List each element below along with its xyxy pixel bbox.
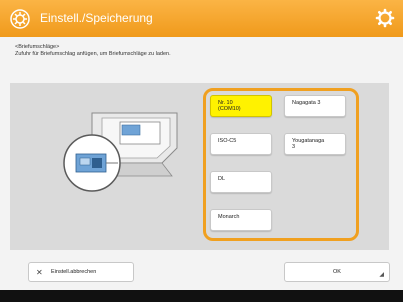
option-yougatanaga-3[interactable]: Yougatanaga 3 [284,133,346,155]
ok-button-label: OK [333,269,341,275]
option-label: Nagagata 3 [292,100,321,106]
option-nr10-com10[interactable]: Nr. 10 (COM10) [210,95,272,117]
option-nagagata-3[interactable]: Nagagata 3 [284,95,346,117]
settings-gear-circle-icon [10,9,30,29]
ok-button[interactable]: OK ◢ [284,262,390,282]
option-label-sub: 3 [292,144,296,150]
envelope-feeder-illustration [63,112,178,192]
close-icon: ✕ [36,268,43,277]
corner-arrow-icon: ◢ [379,272,384,278]
cancel-button-label: Einstell.abbrechen [51,269,97,275]
page-title: Einstell./Speicherung [40,11,153,25]
option-label: Monarch [218,214,240,220]
option-dl[interactable]: DL [210,171,272,193]
option-monarch[interactable]: Monarch [210,209,272,231]
instruction-body: Zufuhr für Briefumschlag anfügen, um Bri… [15,51,171,57]
option-iso-c5[interactable]: ISO-C5 [210,133,272,155]
bottom-bar [0,290,403,302]
instruction-heading: <Briefumschläge> [15,44,60,50]
cancel-settings-button[interactable]: ✕ Einstell.abbrechen [28,262,134,282]
option-label-sub: (COM10) [218,106,241,112]
instruction-text: <Briefumschläge> Zufuhr für Briefumschla… [15,44,171,58]
option-label: DL [218,176,226,182]
gear-icon[interactable] [375,8,395,28]
title-bar: Einstell./Speicherung [0,0,403,37]
option-label: ISO-C5 [218,138,237,144]
